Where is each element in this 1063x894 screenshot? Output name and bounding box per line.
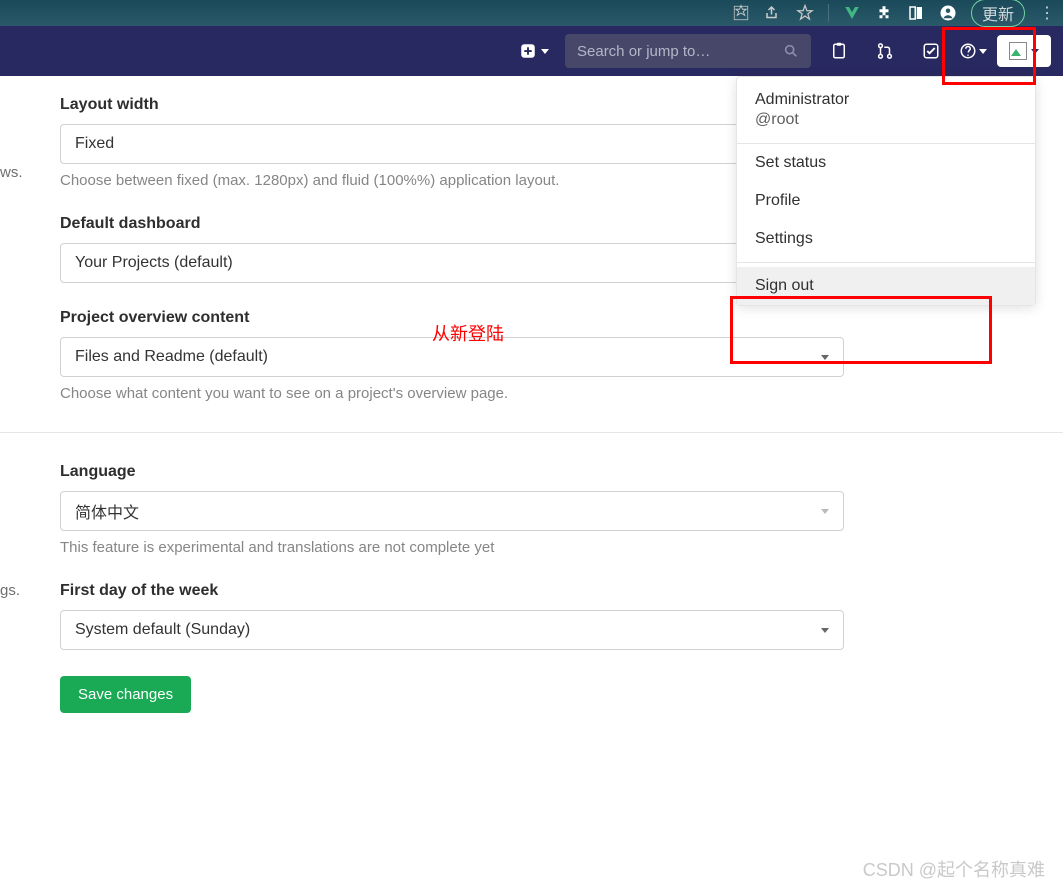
user-handle: @root <box>755 111 1017 129</box>
search-placeholder: Search or jump to… <box>577 43 710 60</box>
avatar-broken-icon <box>1009 42 1027 60</box>
menu-item-settings[interactable]: Settings <box>737 220 1035 258</box>
star-icon[interactable] <box>796 4 814 22</box>
annotation-relogin-text: 从新登陆 <box>432 320 504 346</box>
chevron-down-icon <box>821 509 829 514</box>
extensions-icon[interactable] <box>875 4 893 22</box>
default-dashboard-value: Your Projects (default) <box>75 254 233 272</box>
first-day-select[interactable]: System default (Sunday) <box>60 610 844 650</box>
help-button[interactable] <box>959 42 987 60</box>
cropped-text-gs: gs. <box>0 582 20 599</box>
cropped-text-ws: ws. <box>0 164 23 181</box>
watermark-text: CSDN @起个名称真难 <box>863 856 1045 882</box>
merge-requests-icon[interactable] <box>867 42 903 60</box>
user-dropdown: Administrator @root Set status Profile S… <box>736 76 1036 306</box>
first-day-label: First day of the week <box>60 582 1003 600</box>
search-input[interactable]: Search or jump to… <box>565 34 811 68</box>
todos-icon[interactable] <box>913 42 949 60</box>
save-changes-button[interactable]: Save changes <box>60 676 191 713</box>
layout-width-value: Fixed <box>75 135 114 153</box>
language-hint: This feature is experimental and transla… <box>60 539 1003 556</box>
layout-width-select[interactable]: Fixed <box>60 124 844 164</box>
menu-separator <box>737 262 1035 263</box>
profile-icon[interactable] <box>939 4 957 22</box>
menu-item-set-status[interactable]: Set status <box>737 144 1035 182</box>
create-new-button[interactable] <box>513 42 555 60</box>
first-day-value: System default (Sunday) <box>75 621 250 639</box>
divider <box>828 4 829 22</box>
project-overview-value: Files and Readme (default) <box>75 348 268 366</box>
panel-icon[interactable] <box>907 4 925 22</box>
vue-icon[interactable] <box>843 4 861 22</box>
chevron-down-icon <box>821 355 829 360</box>
dropdown-header: Administrator @root <box>737 77 1035 144</box>
language-value: 简体中文 <box>75 499 139 523</box>
project-overview-label: Project overview content <box>60 309 1003 327</box>
search-icon <box>783 43 799 59</box>
update-button[interactable]: 更新 <box>971 0 1025 27</box>
app-navbar: Search or jump to… <box>0 26 1063 76</box>
share-icon[interactable] <box>764 4 782 22</box>
user-menu-button[interactable] <box>997 35 1051 67</box>
section-divider <box>0 432 1063 433</box>
menu-item-sign-out[interactable]: Sign out <box>737 267 1035 305</box>
chevron-down-icon <box>821 628 829 633</box>
menu-item-profile[interactable]: Profile <box>737 182 1035 220</box>
browser-toolbar: 更新 ⋮ <box>0 0 1063 26</box>
language-select[interactable]: 简体中文 <box>60 491 844 531</box>
user-display-name: Administrator <box>755 91 1017 109</box>
project-overview-hint: Choose what content you want to see on a… <box>60 385 1003 402</box>
issues-icon[interactable] <box>821 42 857 60</box>
translate-icon[interactable] <box>732 4 750 22</box>
default-dashboard-select[interactable]: Your Projects (default) <box>60 243 844 283</box>
language-label: Language <box>60 463 1003 481</box>
menu-icon[interactable]: ⋮ <box>1039 3 1055 23</box>
